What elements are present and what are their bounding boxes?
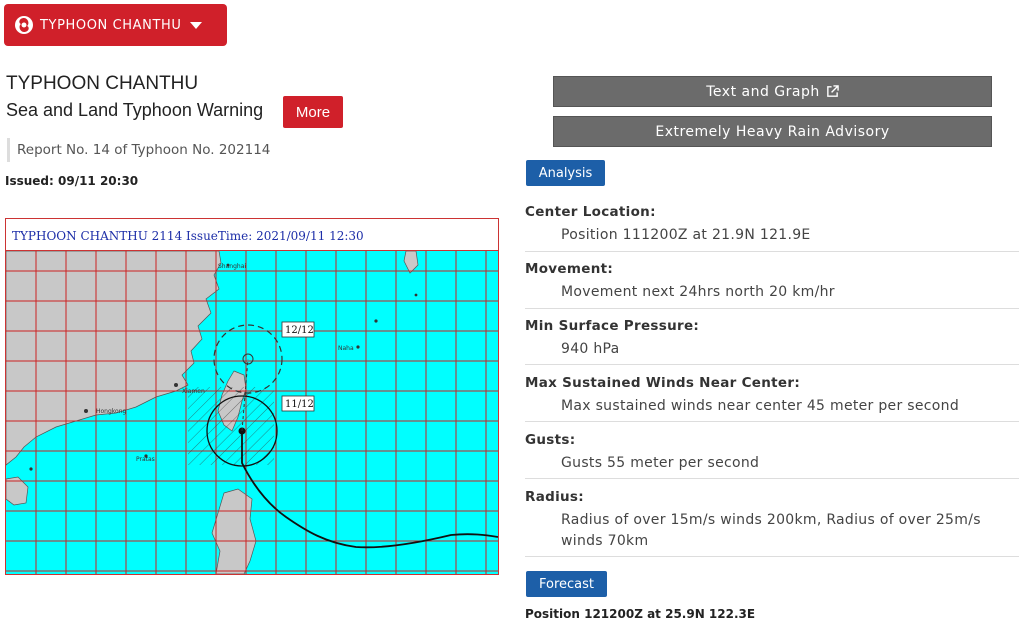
gusts-label: Gusts: — [525, 432, 576, 448]
place-label-naha: Naha — [338, 345, 354, 352]
page-title: TYPHOON CHANTHU — [6, 73, 199, 94]
center-location-label: Center Location: — [525, 204, 656, 220]
pressure-value: 940 hPa — [561, 341, 620, 357]
storm-select-label: TYPHOON CHANTHU — [40, 17, 182, 33]
winds-value: Max sustained winds near center 45 meter… — [561, 398, 960, 414]
gusts-row: Gusts: Gusts 55 meter per second — [525, 432, 1019, 479]
center-location-row: Center Location: Position 111200Z at 21.… — [525, 204, 1019, 252]
place-label-hongkong: Hongkong — [96, 408, 127, 415]
storm-select-dropdown[interactable]: TYPHOON CHANTHU — [4, 4, 227, 46]
chevron-down-icon — [189, 21, 202, 29]
radius-label: Radius: — [525, 489, 584, 505]
movement-label: Movement: — [525, 261, 614, 277]
forecast-position: Position 121200Z at 25.9N 122.3E — [525, 607, 756, 621]
movement-value: Movement next 24hrs north 20 km/hr — [561, 284, 835, 300]
text-and-graph-label: Text and Graph — [706, 83, 820, 100]
external-link-icon — [826, 85, 839, 97]
typhoon-icon — [15, 16, 33, 34]
rain-advisory-button[interactable]: Extremely Heavy Rain Advisory — [553, 116, 992, 147]
date-label-1112: 11/12 — [285, 399, 314, 410]
place-label-xiamen: Xiamen — [182, 388, 205, 395]
gusts-value: Gusts 55 meter per second — [561, 455, 760, 471]
rain-advisory-label: Extremely Heavy Rain Advisory — [655, 123, 890, 140]
winds-label: Max Sustained Winds Near Center: — [525, 375, 801, 391]
text-and-graph-button[interactable]: Text and Graph — [553, 76, 992, 107]
winds-row: Max Sustained Winds Near Center: Max sus… — [525, 375, 1019, 422]
place-label-shanghai: Shanghai — [218, 263, 246, 270]
typhoon-track-map[interactable]: TYPHOON CHANTHU 2114 IssueTime: 2021/09/… — [5, 218, 499, 575]
date-label-1212: 12/12 — [285, 325, 314, 336]
issued-time: Issued: 09/11 20:30 — [5, 174, 139, 188]
radius-value: Radius of over 15m/s winds 200km, Radius… — [561, 512, 981, 549]
more-button[interactable]: More — [283, 96, 343, 128]
analysis-tab[interactable]: Analysis — [526, 160, 605, 186]
map-header: TYPHOON CHANTHU 2114 IssueTime: 2021/09/… — [6, 219, 498, 251]
warning-subtitle: Sea and Land Typhoon Warning — [6, 100, 264, 120]
pressure-label: Min Surface Pressure: — [525, 318, 700, 334]
pressure-row: Min Surface Pressure: 940 hPa — [525, 318, 1019, 365]
warning-zone — [188, 387, 274, 465]
map-graphic: 12/12 11/12 Shanghai Hongkong Xiamen Nah… — [6, 251, 498, 574]
forecast-tab[interactable]: Forecast — [526, 571, 607, 597]
center-location-value: Position 111200Z at 21.9N 121.9E — [561, 227, 811, 243]
radius-row: Radius: Radius of over 15m/s winds 200km… — [525, 489, 1019, 557]
report-number: Report No. 14 of Typhoon No. 202114 — [7, 138, 270, 162]
movement-row: Movement: Movement next 24hrs north 20 k… — [525, 261, 1019, 309]
